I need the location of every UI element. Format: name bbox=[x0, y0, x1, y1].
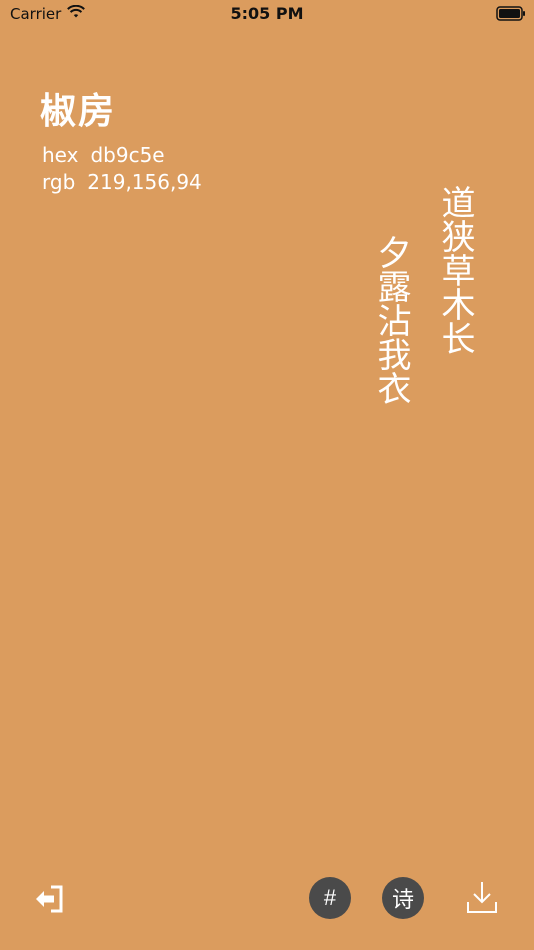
poem-column-2: 夕露沾我衣 bbox=[371, 235, 411, 405]
battery-icon bbox=[496, 6, 526, 22]
poem-column-1: 道狭草木长 bbox=[435, 185, 475, 355]
download-icon bbox=[463, 882, 501, 919]
hex-label: hex bbox=[42, 143, 79, 167]
hex-row: hex db9c5e bbox=[42, 143, 165, 167]
status-bar: Carrier 5:05 PM bbox=[0, 0, 534, 28]
hash-button[interactable]: # bbox=[309, 877, 351, 919]
poem-button[interactable]: 诗 bbox=[382, 877, 424, 919]
hex-value: db9c5e bbox=[90, 143, 165, 167]
rgb-label: rgb bbox=[42, 170, 76, 194]
status-time: 5:05 PM bbox=[230, 4, 304, 23]
hash-label: # bbox=[323, 885, 337, 910]
exit-icon bbox=[32, 885, 68, 920]
color-name: 椒房 bbox=[40, 91, 117, 132]
exit-button[interactable] bbox=[30, 880, 70, 920]
rgb-value: 219,156,94 bbox=[87, 170, 202, 194]
bottom-toolbar: # 诗 bbox=[0, 870, 534, 930]
download-button[interactable] bbox=[462, 878, 502, 918]
rgb-row: rgb 219,156,94 bbox=[42, 170, 202, 194]
poem-label: 诗 bbox=[391, 887, 414, 912]
